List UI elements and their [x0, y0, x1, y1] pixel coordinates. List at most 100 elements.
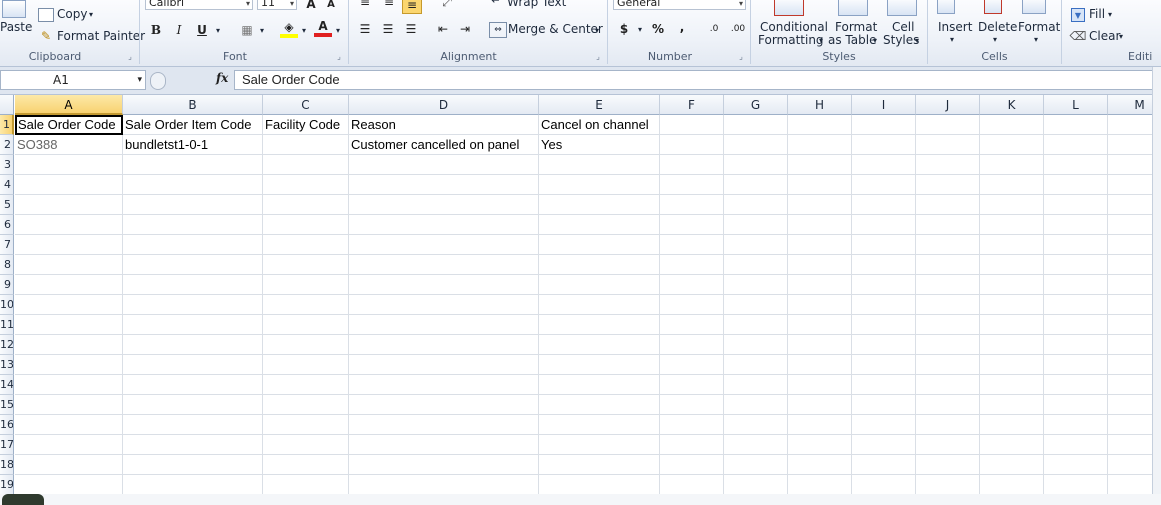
cell-f4[interactable]: [660, 175, 724, 195]
cell-k15[interactable]: [980, 395, 1044, 415]
cell-l16[interactable]: [1044, 415, 1108, 435]
cell-d2[interactable]: Customer cancelled on panel: [349, 135, 539, 155]
cell-c13[interactable]: [263, 355, 349, 375]
cell-k5[interactable]: [980, 195, 1044, 215]
cell-i4[interactable]: [852, 175, 916, 195]
cell-j4[interactable]: [916, 175, 980, 195]
cell-e2[interactable]: Yes: [539, 135, 660, 155]
cell-g2[interactable]: [724, 135, 788, 155]
cell-j11[interactable]: [916, 315, 980, 335]
increase-decimal-button[interactable]: .0: [703, 21, 725, 37]
column-header-d[interactable]: D: [349, 95, 539, 115]
cell-a9[interactable]: [15, 275, 123, 295]
cell-e13[interactable]: [539, 355, 660, 375]
cell-h19[interactable]: [788, 475, 852, 495]
copy-button[interactable]: Copy: [57, 7, 87, 21]
orientation-icon[interactable]: ⤢: [438, 0, 456, 10]
cell-h12[interactable]: [788, 335, 852, 355]
cell-j9[interactable]: [916, 275, 980, 295]
chevron-down-icon[interactable]: ▾: [1106, 8, 1114, 20]
cell-b9[interactable]: [123, 275, 263, 295]
cell-e10[interactable]: [539, 295, 660, 315]
cell-c5[interactable]: [263, 195, 349, 215]
font-color-button[interactable]: A: [314, 19, 332, 37]
cell-h16[interactable]: [788, 415, 852, 435]
cell-b14[interactable]: [123, 375, 263, 395]
column-header-h[interactable]: H: [788, 95, 852, 115]
column-header-b[interactable]: B: [123, 95, 263, 115]
cell-a5[interactable]: [15, 195, 123, 215]
cell-k4[interactable]: [980, 175, 1044, 195]
cell-b18[interactable]: [123, 455, 263, 475]
cell-f14[interactable]: [660, 375, 724, 395]
column-header-c[interactable]: C: [263, 95, 349, 115]
cell-styles-label[interactable]: Cell: [892, 20, 914, 34]
align-middle-icon[interactable]: ≡: [380, 0, 398, 10]
cell-j2[interactable]: [916, 135, 980, 155]
cell-c11[interactable]: [263, 315, 349, 335]
cell-a4[interactable]: [15, 175, 123, 195]
cell-e7[interactable]: [539, 235, 660, 255]
cell-a10[interactable]: [15, 295, 123, 315]
underline-dropdown-icon[interactable]: ▾: [214, 22, 222, 38]
cell-h2[interactable]: [788, 135, 852, 155]
bold-button[interactable]: B: [147, 22, 165, 38]
cell-c16[interactable]: [263, 415, 349, 435]
cell-c4[interactable]: [263, 175, 349, 195]
cell-a17[interactable]: [15, 435, 123, 455]
cell-j16[interactable]: [916, 415, 980, 435]
row-header-12[interactable]: 12: [0, 335, 14, 355]
cell-i14[interactable]: [852, 375, 916, 395]
underline-button[interactable]: U: [193, 22, 211, 38]
fill-button[interactable]: Fill: [1089, 7, 1105, 21]
cell-a3[interactable]: [15, 155, 123, 175]
merge-dropdown-icon[interactable]: ▾: [593, 22, 601, 38]
cell-k3[interactable]: [980, 155, 1044, 175]
cell-h5[interactable]: [788, 195, 852, 215]
cell-c14[interactable]: [263, 375, 349, 395]
cell-i8[interactable]: [852, 255, 916, 275]
cell-f13[interactable]: [660, 355, 724, 375]
row-header-7[interactable]: 7: [0, 235, 14, 255]
cell-j6[interactable]: [916, 215, 980, 235]
column-header-j[interactable]: J: [916, 95, 980, 115]
cell-l5[interactable]: [1044, 195, 1108, 215]
font-name-select[interactable]: Calibri ▾: [145, 0, 253, 10]
cell-a8[interactable]: [15, 255, 123, 275]
cell-c6[interactable]: [263, 215, 349, 235]
cell-k1[interactable]: [980, 115, 1044, 135]
cell-a18[interactable]: [15, 455, 123, 475]
cell-i18[interactable]: [852, 455, 916, 475]
cell-a19[interactable]: [15, 475, 123, 495]
wrap-text-button[interactable]: Wrap Text: [507, 0, 566, 9]
cell-k12[interactable]: [980, 335, 1044, 355]
cell-h17[interactable]: [788, 435, 852, 455]
cell-g1[interactable]: [724, 115, 788, 135]
cell-l1[interactable]: [1044, 115, 1108, 135]
cell-e15[interactable]: [539, 395, 660, 415]
shrink-font-icon[interactable]: A: [322, 0, 340, 12]
cell-d1[interactable]: Reason: [349, 115, 539, 135]
cell-b11[interactable]: [123, 315, 263, 335]
cell-a12[interactable]: [15, 335, 123, 355]
cell-h7[interactable]: [788, 235, 852, 255]
cell-g9[interactable]: [724, 275, 788, 295]
cell-l3[interactable]: [1044, 155, 1108, 175]
cell-c2[interactable]: [263, 135, 349, 155]
cell-g10[interactable]: [724, 295, 788, 315]
cell-h4[interactable]: [788, 175, 852, 195]
cell-f2[interactable]: [660, 135, 724, 155]
cell-l10[interactable]: [1044, 295, 1108, 315]
row-header-3[interactable]: 3: [0, 155, 14, 175]
cell-k17[interactable]: [980, 435, 1044, 455]
cell-a1[interactable]: Sale Order Code: [15, 115, 123, 135]
cell-h10[interactable]: [788, 295, 852, 315]
cell-a2[interactable]: SO388: [15, 135, 123, 155]
cell-b13[interactable]: [123, 355, 263, 375]
cell-k19[interactable]: [980, 475, 1044, 495]
cell-a11[interactable]: [15, 315, 123, 335]
cell-d19[interactable]: [349, 475, 539, 495]
cell-i1[interactable]: [852, 115, 916, 135]
cell-b17[interactable]: [123, 435, 263, 455]
cell-e6[interactable]: [539, 215, 660, 235]
